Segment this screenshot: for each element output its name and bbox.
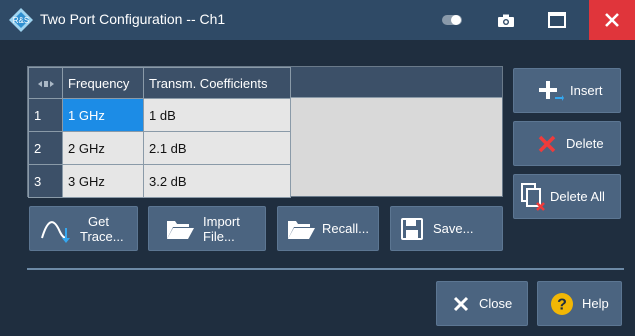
cell-frequency[interactable]: 2 GHz — [62, 131, 144, 165]
column-resize-handle[interactable] — [28, 67, 63, 99]
delete-all-icon — [521, 182, 545, 211]
cell-frequency[interactable]: 3 GHz — [62, 164, 144, 198]
get-trace-line1: Get — [88, 213, 109, 229]
table-header-fill — [290, 67, 502, 98]
delete-x-icon — [538, 135, 556, 152]
recall-label: Recall... — [322, 221, 369, 236]
table-row[interactable]: 2 2 GHz 2.1 dB — [28, 131, 291, 165]
save-label: Save... — [433, 221, 474, 236]
get-trace-button[interactable]: Get Trace... — [29, 206, 138, 251]
close-icon — [605, 13, 619, 27]
delete-label: Delete — [566, 136, 604, 151]
folder-open-icon — [167, 220, 194, 239]
row-number: 3 — [28, 164, 63, 198]
delete-all-label: Delete All — [550, 189, 605, 204]
help-button[interactable]: ? Help — [537, 281, 622, 326]
recall-button[interactable]: Recall... — [277, 206, 379, 251]
separator-line — [27, 268, 624, 270]
cell-coefficient[interactable]: 1 dB — [143, 98, 291, 132]
maximize-icon — [548, 12, 566, 28]
delete-button[interactable]: Delete — [513, 121, 621, 166]
svg-text:?: ? — [557, 296, 567, 313]
get-trace-icon — [41, 220, 70, 243]
cell-coefficient[interactable]: 3.2 dB — [143, 164, 291, 198]
dialog-window: R&S Two Port Configuration -- Ch1 Freque… — [0, 0, 635, 336]
close-label: Close — [479, 296, 513, 311]
table-grid: Frequency Transm. Coefficients 1 1 GHz 1… — [28, 67, 291, 198]
cell-coefficient[interactable]: 2.1 dB — [143, 131, 291, 165]
toggle-button[interactable] — [432, 0, 472, 40]
table-header-row: Frequency Transm. Coefficients — [28, 67, 291, 99]
header-frequency[interactable]: Frequency — [62, 67, 144, 99]
save-button[interactable]: Save... — [390, 206, 503, 251]
screenshot-button[interactable] — [486, 0, 526, 40]
close-button[interactable]: Close — [436, 281, 528, 326]
resize-arrows-icon — [37, 80, 54, 87]
table-row[interactable]: 3 3 GHz 3.2 dB — [28, 164, 291, 198]
import-line1: Import — [203, 213, 240, 229]
insert-label: Insert — [570, 83, 603, 98]
cell-frequency[interactable]: 1 GHz — [62, 98, 144, 132]
row-number: 2 — [28, 131, 63, 165]
coefficient-table[interactable]: Frequency Transm. Coefficients 1 1 GHz 1… — [27, 66, 503, 198]
get-trace-text: Get Trace... — [80, 214, 124, 244]
toggle-icon — [442, 15, 462, 25]
title-bar[interactable]: R&S Two Port Configuration -- Ch1 — [0, 0, 635, 40]
import-file-button[interactable]: Import File... — [148, 206, 266, 251]
window-title: Two Port Configuration -- Ch1 — [40, 11, 226, 27]
camera-icon — [498, 14, 514, 27]
svg-text:R&S: R&S — [13, 16, 29, 25]
delete-all-button[interactable]: Delete All — [513, 174, 621, 219]
window-close-button[interactable] — [589, 0, 635, 40]
import-line2: File... — [203, 228, 235, 244]
maximize-button[interactable] — [537, 0, 577, 40]
import-text: Import File... — [203, 214, 240, 244]
folder-open-icon — [288, 220, 315, 239]
row-number: 1 — [28, 98, 63, 132]
get-trace-line2: Trace... — [80, 228, 124, 244]
help-question-icon: ? — [551, 292, 573, 315]
save-disk-icon — [401, 217, 423, 240]
close-x-icon — [453, 296, 469, 311]
insert-button[interactable]: Insert — [513, 68, 621, 113]
app-logo-icon: R&S — [9, 8, 33, 32]
help-label: Help — [582, 296, 609, 311]
header-transm-coefficients[interactable]: Transm. Coefficients — [143, 67, 291, 99]
table-row[interactable]: 1 1 GHz 1 dB — [28, 98, 291, 132]
insert-plus-icon — [539, 80, 564, 101]
